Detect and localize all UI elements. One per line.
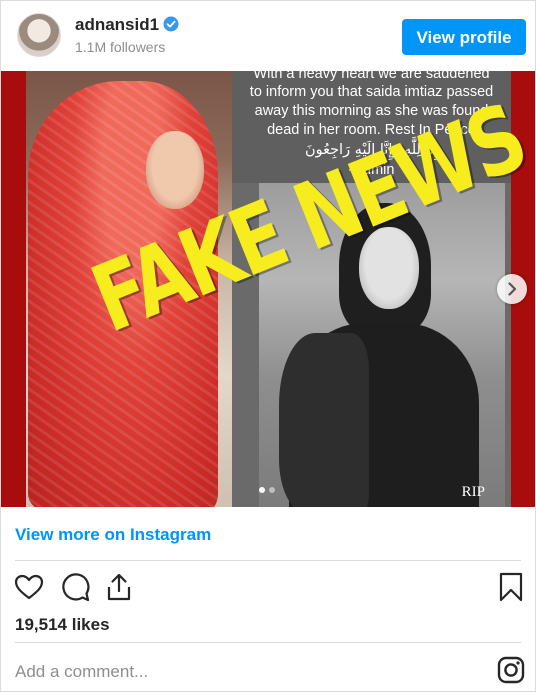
rip-label: RIP [461,484,485,500]
carousel-next-button[interactable] [497,274,527,304]
add-comment-field[interactable]: Add a comment... [15,662,148,682]
heart-icon[interactable] [13,571,45,603]
like-count: 19,514 likes [15,615,110,634]
bookmark-icon[interactable] [495,571,527,603]
avatar[interactable] [17,13,61,57]
username-row[interactable]: adnansid1 [75,15,179,35]
carousel-dot-2 [269,487,275,493]
comment-icon[interactable] [59,571,91,603]
username[interactable]: adnansid1 [75,15,159,34]
divider [15,560,521,561]
post-header: adnansid1 1.1M followers View profile [1,1,535,71]
verified-badge-icon [163,16,179,32]
instagram-logo-icon[interactable] [497,656,525,684]
divider [15,642,521,643]
bw-shawl-shape [279,333,369,507]
caption-line-1: With a heavy heart we are saddened [253,71,490,82]
carousel-dots [259,480,279,498]
post-media[interactable]: With a heavy heart we are saddened to in… [1,71,535,507]
view-more-link[interactable]: View more on Instagram [15,525,211,545]
carousel-dot-1 [259,487,265,493]
view-profile-button[interactable]: View profile [402,19,526,55]
instagram-embed-card: adnansid1 1.1M followers View profile Wi… [0,0,536,692]
share-icon[interactable] [103,571,135,603]
chevron-right-icon [508,282,517,296]
face-shape [146,131,204,209]
follower-count: 1.1M followers [75,39,166,55]
